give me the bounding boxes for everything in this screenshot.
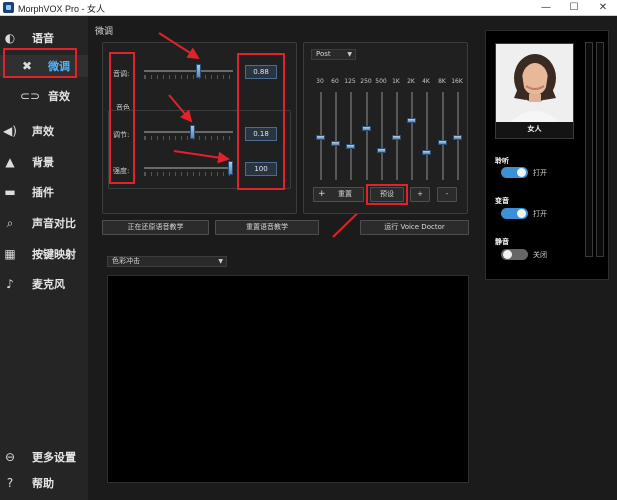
avatar-name: 女人 [527,125,542,133]
run-voice-doctor-button[interactable]: 运行 Voice Doctor [360,220,469,235]
visualizer-mode-dropdown[interactable]: 色彩冲击 ▼ [107,256,227,267]
eq-band-track[interactable] [442,92,444,180]
chevron-down-icon: ▼ [218,258,223,265]
visualizer-mode-value: 色彩冲击 [112,257,140,265]
restore-voice-tutorial-button[interactable]: 正在还原语音教学 [102,220,209,235]
avatar-portrait [496,44,573,122]
eq-band-track[interactable] [411,92,413,180]
visualizer-canvas [107,275,469,483]
eq-band-track[interactable] [366,92,368,180]
eq-band-track[interactable] [350,92,352,180]
eq-plus-button[interactable]: + [410,187,430,202]
eq-frequency-label: 16K [451,78,463,85]
toggle-knob [517,168,526,177]
eq-band-track[interactable] [381,92,383,180]
eq-band-thumb[interactable] [453,135,462,140]
eq-band-thumb[interactable] [346,144,355,149]
listen-state: 打开 [533,169,547,177]
mute-title: 静音 [495,238,509,246]
eq-frequency-label: 1K [392,78,400,85]
eq-band-thumb[interactable] [438,140,447,145]
eq-band-thumb[interactable] [392,135,401,140]
eq-frequency-label: 8K [438,78,446,85]
eq-band-track[interactable] [335,92,337,180]
avatar-photo [496,44,573,122]
eq-frequency-label: 2K [407,78,415,85]
voice-avatar[interactable]: 女人 [495,43,574,139]
eq-band-track[interactable] [426,92,428,180]
chevron-down-icon: ▼ [347,51,352,58]
eq-frequency-label: 30 [316,78,324,85]
mute-state: 关闭 [533,251,547,259]
toggle-knob [517,209,526,218]
eq-frequency-label: 125 [344,78,356,85]
eq-band-thumb[interactable] [316,135,325,140]
eq-preset-value: Post [316,50,331,58]
eq-minus-button[interactable]: - [437,187,457,202]
toggle-knob [503,250,512,259]
arrow-pitch [158,32,200,60]
eq-frequency-label: 250 [360,78,372,85]
morph-title: 变音 [495,197,509,205]
eq-reset-label: 重置 [338,190,352,198]
mute-toggle[interactable] [501,249,528,260]
eq-frequency-label: 500 [375,78,387,85]
reset-voice-tutorial-button[interactable]: 重置语音教学 [215,220,319,235]
eq-preset-dropdown[interactable]: Post ▼ [311,49,356,60]
eq-band-thumb[interactable] [331,141,340,146]
arrow-strength [173,150,230,164]
morphvox-window: MorphVOX Pro - 女人 — ☐ ✕ ◐ 语音 ✖ 微调 ⊂⊃ 音效 … [0,0,617,500]
eq-band-thumb[interactable] [422,150,431,155]
eq-band-thumb[interactable] [377,148,386,153]
volume-meter-left [585,42,593,257]
eq-reset-button[interactable]: + 重置 [313,187,364,202]
morph-toggle[interactable] [501,208,528,219]
listen-toggle[interactable] [501,167,528,178]
eq-preset-button[interactable]: 预设 [370,187,404,202]
eq-band-thumb[interactable] [407,118,416,123]
volume-meter-right [596,42,604,257]
listen-title: 聆听 [495,157,509,165]
morph-state: 打开 [533,210,547,218]
eq-band-thumb[interactable] [362,126,371,131]
arrow-timbre [168,94,193,123]
plus-icon: + [318,189,326,199]
eq-frequency-label: 4K [422,78,430,85]
eq-frequency-label: 60 [331,78,339,85]
